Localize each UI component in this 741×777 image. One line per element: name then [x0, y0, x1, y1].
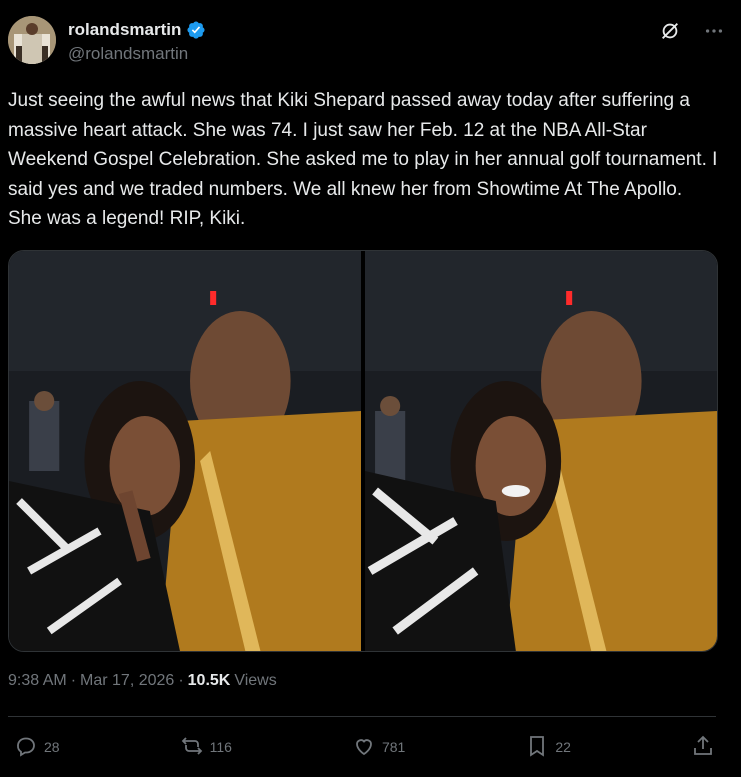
repost-icon: [180, 734, 204, 761]
author-handle[interactable]: @rolandsmartin: [68, 44, 206, 64]
bookmark-button[interactable]: 22: [525, 734, 571, 761]
share-icon: [691, 734, 715, 761]
like-icon: [352, 734, 376, 761]
action-bar: 28 116 781 22: [14, 733, 715, 761]
like-count: 781: [381, 739, 406, 755]
tweet-text: Just seeing the awful news that Kiki She…: [8, 90, 723, 229]
verified-badge-icon: [186, 20, 206, 40]
meta-separator: ·: [178, 672, 184, 689]
avatar[interactable]: [8, 16, 56, 64]
reply-button[interactable]: 28: [14, 734, 60, 761]
like-button[interactable]: 781: [352, 734, 405, 761]
reply-icon: [14, 734, 38, 761]
repost-button[interactable]: 116: [180, 734, 232, 761]
author-names: rolandsmartin @rolandsmartin: [68, 18, 206, 64]
top-actions: [659, 20, 725, 42]
photo-1[interactable]: [9, 251, 361, 651]
grok-icon[interactable]: [659, 20, 681, 42]
media-grid: [8, 250, 718, 652]
repost-count: 116: [209, 739, 232, 755]
bookmark-count: 22: [555, 739, 571, 755]
photo-2[interactable]: [365, 251, 717, 651]
meta-separator: ·: [70, 672, 77, 689]
views-label: Views: [234, 672, 277, 689]
views-count: 10.5K: [187, 672, 231, 689]
tweet-time[interactable]: 9:38 AM: [8, 672, 67, 690]
divider: [8, 716, 716, 717]
display-name[interactable]: rolandsmartin: [68, 20, 181, 40]
bookmark-icon: [525, 734, 549, 761]
tweet-header: rolandsmartin @rolandsmartin: [8, 16, 725, 68]
tweet-date[interactable]: Mar 17, 2026: [80, 672, 174, 690]
share-button[interactable]: [691, 734, 715, 761]
tweet-meta: 9:38 AM · Mar 17, 2026 · 10.5K Views: [8, 672, 277, 690]
more-icon[interactable]: [703, 20, 725, 42]
reply-count: 28: [44, 739, 60, 755]
